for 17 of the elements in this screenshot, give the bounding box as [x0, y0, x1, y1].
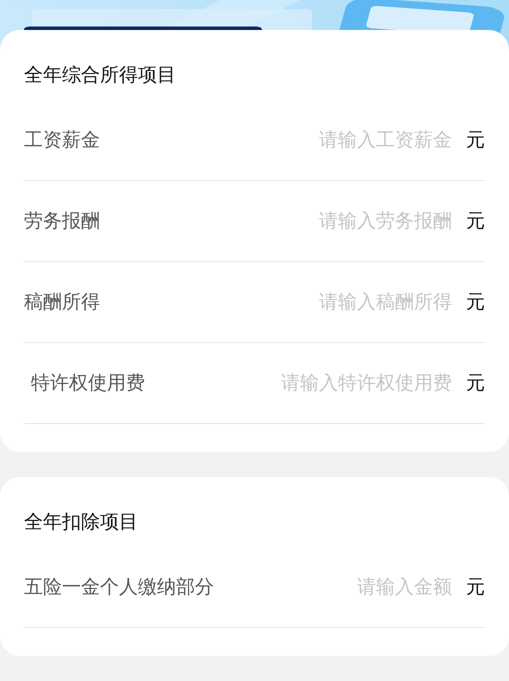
unit-label: 元 [466, 575, 485, 600]
section-title: 全年扣除项目 [24, 510, 139, 534]
input-field[interactable]: 请输入特许权使用费 [152, 368, 452, 398]
input-field[interactable]: 请输入工资薪金 [100, 125, 452, 155]
field-label: 五险一金个人缴纳部分 [24, 575, 214, 600]
field-label: 劳务报酬 [24, 209, 100, 234]
field-label: 特许权使用费 [30, 371, 146, 396]
section-title: 全年综合所得项目 [24, 62, 177, 88]
field-label: 工资薪金 [24, 128, 100, 153]
input-field[interactable]: 请输入稿酬所得 [100, 287, 452, 317]
unit-label: 元 [466, 209, 485, 234]
unit-label: 元 [466, 128, 485, 153]
input-field[interactable]: 请输入劳务报酬 [100, 206, 452, 236]
field-label: 稿酬所得 [24, 290, 100, 315]
unit-label: 元 [466, 371, 485, 396]
unit-label: 元 [466, 290, 485, 315]
input-field[interactable]: 请输入金额 [214, 572, 452, 602]
